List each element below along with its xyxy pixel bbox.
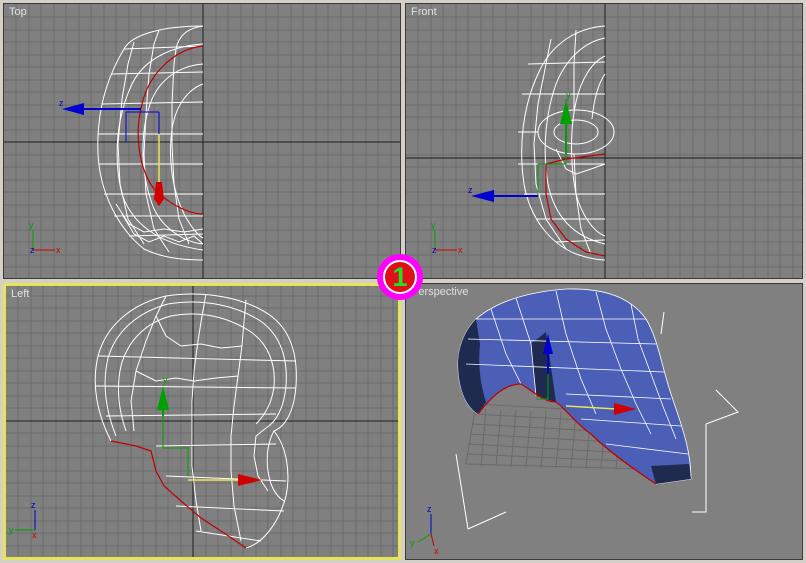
perspective-view-canvas[interactable]: z y x <box>406 284 803 560</box>
axis-tripod: y z x <box>431 220 463 255</box>
tripod-y-label: y <box>9 525 14 535</box>
move-gizmo: y <box>157 375 262 486</box>
axis-tripod: z y x <box>9 500 37 540</box>
tripod-x-label: x <box>56 245 61 255</box>
tripod-x-label: x <box>32 530 37 540</box>
axis-tripod: y z x <box>29 220 61 255</box>
step-number-badge: 1 <box>377 254 423 300</box>
tripod-z-label: z <box>432 245 437 255</box>
viewport-top[interactable]: Top z y z x <box>3 3 401 279</box>
viewport-label-left[interactable]: Left <box>11 288 29 300</box>
tripod-x-label: x <box>458 245 463 255</box>
gizmo-z-label: z <box>59 98 64 108</box>
gizmo-y-label: y <box>566 90 571 100</box>
left-view-canvas[interactable]: y z y x <box>6 286 398 557</box>
tripod-z-label: z <box>31 500 36 510</box>
gizmo-z-label: z <box>468 185 473 195</box>
viewport-front[interactable]: Front z y y z x <box>405 3 803 279</box>
grid-main-axes <box>6 286 398 557</box>
viewport-label-front[interactable]: Front <box>411 6 437 18</box>
tripod-z-label: z <box>30 245 35 255</box>
viewport-label-top[interactable]: Top <box>9 6 27 18</box>
top-view-canvas[interactable]: z y z x <box>4 4 401 279</box>
tripod-x-label: x <box>434 546 439 556</box>
gizmo-y-label: y <box>163 375 168 385</box>
step-number: 1 <box>392 261 408 292</box>
head-wireframe <box>97 25 204 261</box>
tripod-y-label: y <box>29 220 34 230</box>
step-number-badge-inner: 1 <box>383 260 417 294</box>
tripod-y-label: y <box>410 538 415 548</box>
axis-tripod: z y x <box>410 504 439 556</box>
front-view-canvas[interactable]: z y y z x <box>406 4 803 279</box>
viewport-left[interactable]: Left y z y x <box>3 283 401 560</box>
tripod-y-label: y <box>431 220 436 230</box>
viewport-perspective[interactable]: Perspective z y x <box>405 283 803 560</box>
tripod-z-label: z <box>427 504 432 514</box>
